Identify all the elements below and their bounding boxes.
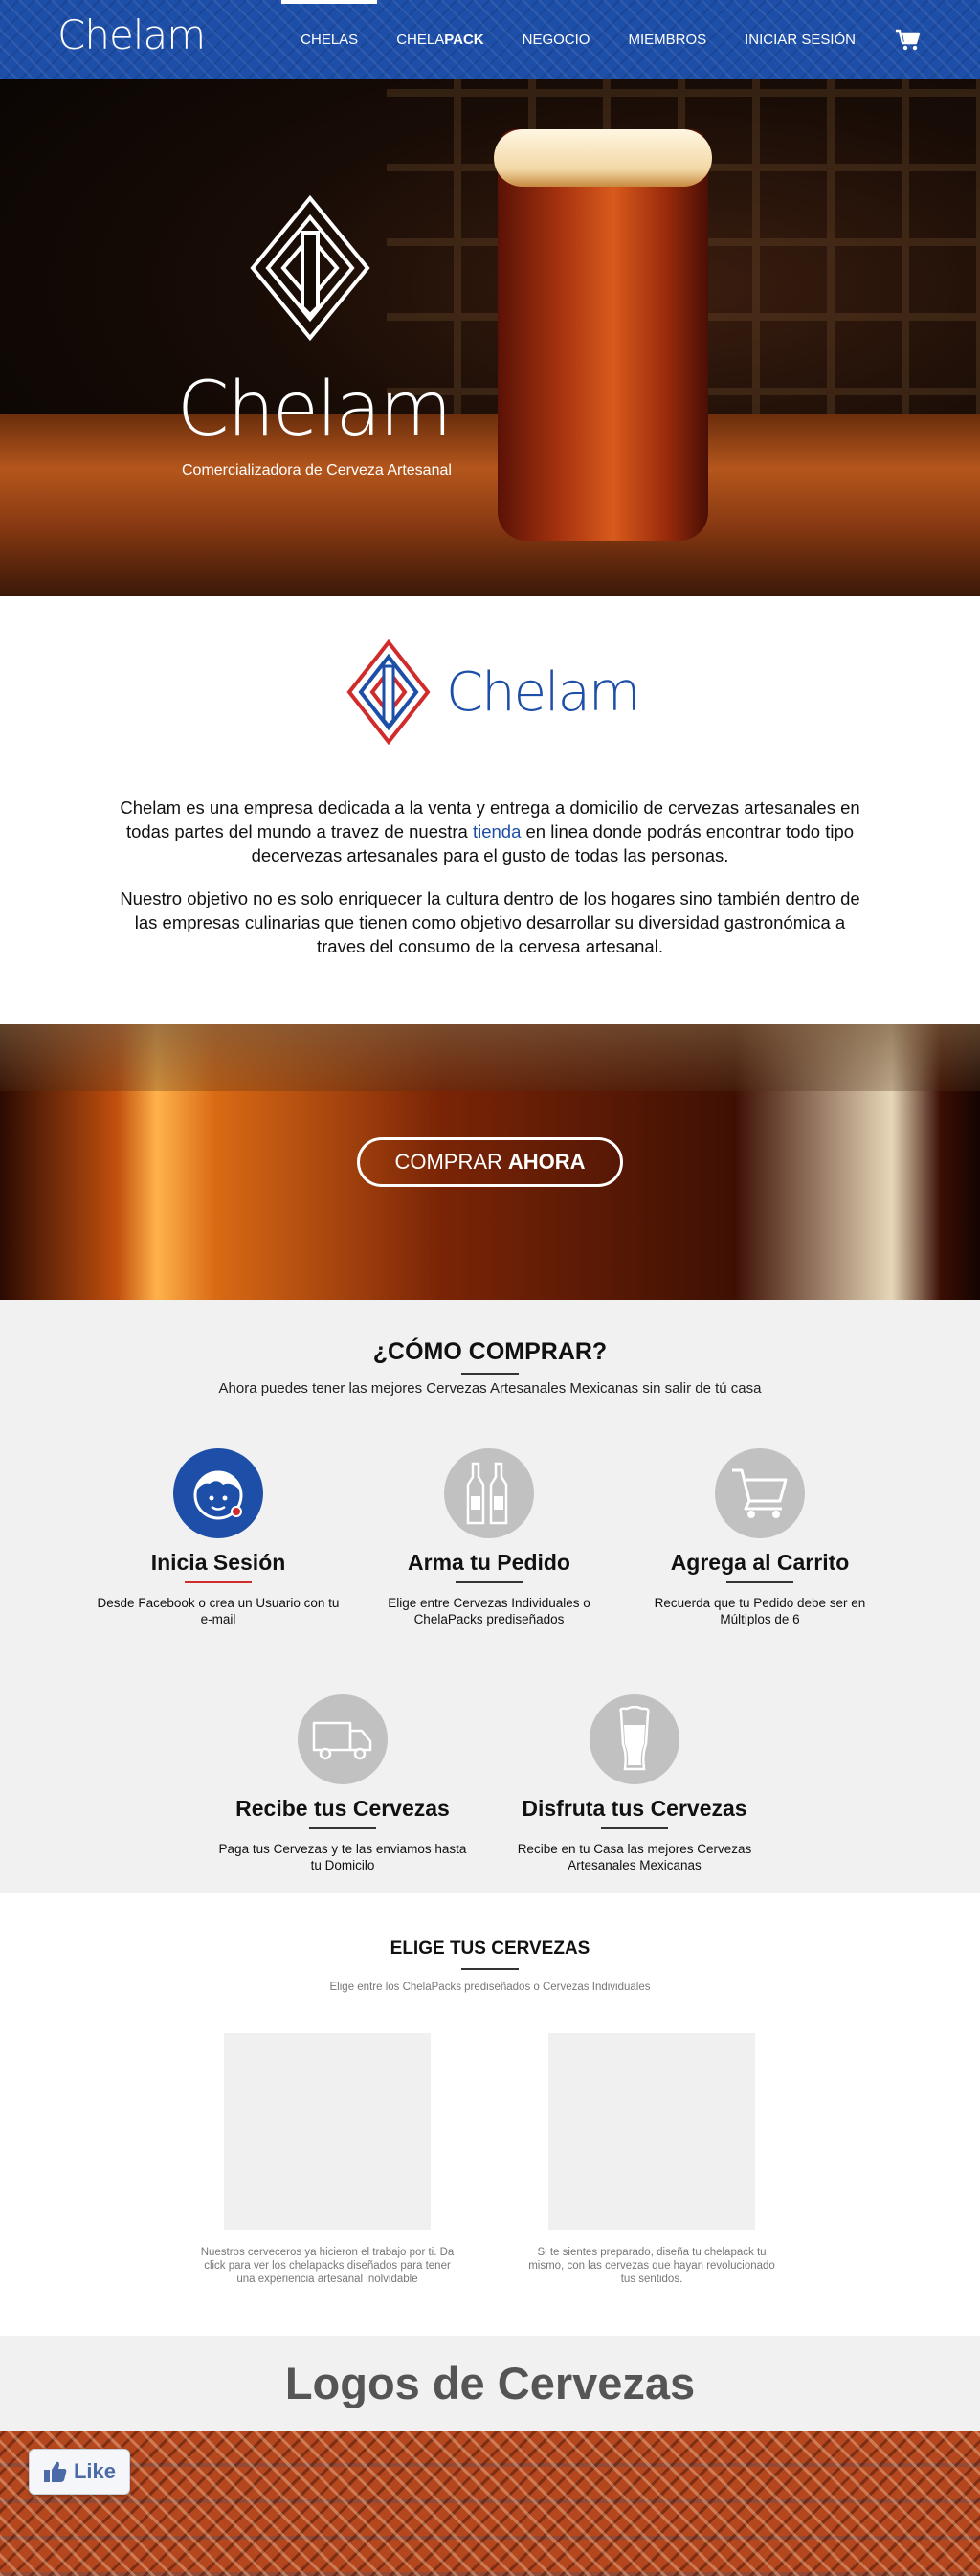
individual-beers-card[interactable] — [548, 2033, 755, 2230]
step-enjoy: Disfruta tus Cervezas Recibe en tu Casa … — [510, 1694, 759, 1873]
truck-icon — [298, 1694, 388, 1784]
chelam-emblem-icon — [346, 639, 431, 745]
step-add-to-cart-title: Agrega al Carrito — [670, 1550, 850, 1575]
about-section: Chelam Chelam es una empresa dedicada a … — [0, 596, 980, 1024]
nav-item-negocio[interactable]: NEGOCIO — [503, 0, 610, 79]
nav-item-chelapack[interactable]: CHELA PACK — [377, 0, 502, 79]
choose-beers-divider — [461, 1968, 519, 1970]
hero-beer-foam — [494, 129, 712, 187]
beer-glass-icon — [590, 1694, 679, 1784]
nav-links: CHELAS CHELA PACK NEGOCIO MIEMBROS INICIA… — [281, 0, 923, 79]
choose-beers-title: ELIGE TUS CERVEZAS — [390, 1938, 590, 1959]
step-receive: Recibe tus Cervezas Paga tus Cervezas y … — [218, 1694, 467, 1873]
step-enjoy-desc: Recibe en tu Casa las mejores Cervezas A… — [517, 1842, 752, 1872]
step-login: Inicia Sesión Desde Facebook o crea un U… — [94, 1448, 343, 1627]
beer-logos-section: Logos de Cervezas — [0, 2336, 980, 2431]
beer-bottles-icon — [444, 1448, 534, 1538]
brand-logo[interactable]: Chelam — [57, 11, 206, 58]
choose-beers-subtitle: Elige entre los ChelaPacks prediseñados … — [329, 1982, 651, 1993]
step-receive-title: Recibe tus Cervezas — [235, 1796, 450, 1821]
buy-now-label-bold: AHORA — [507, 1150, 586, 1174]
step-add-to-cart-desc: Recuerda que tu Pedido debe ser en Múlti… — [654, 1596, 866, 1626]
buy-now-label-plain: COMPRAR — [394, 1150, 502, 1174]
buy-now-banner: COMPRAR AHORA — [0, 1024, 980, 1300]
like-label: Like — [73, 2459, 117, 2483]
about-paragraph-1: Chelam es una empresa dedicada a la vent… — [115, 795, 865, 867]
user-face-icon — [173, 1448, 263, 1538]
step-login-title: Inicia Sesión — [150, 1550, 286, 1575]
nav-item-iniciar-sesion[interactable]: INICIAR SESIÓN — [725, 0, 875, 79]
hero-wood-table — [0, 414, 980, 596]
about-paragraph-2: Nuestro objetivo no es solo enriquecer l… — [120, 888, 860, 956]
choose-beers-section: ELIGE TUS CERVEZAS Elige entre los Chela… — [0, 1893, 980, 2336]
step-receive-underline — [309, 1827, 376, 1829]
hero-beer-glass — [498, 129, 708, 541]
cart-icon — [715, 1448, 805, 1538]
step-build-order-title: Arma tu Pedido — [408, 1550, 570, 1575]
step-login-desc: Desde Facebook o crea un Usuario con tu … — [97, 1596, 340, 1626]
top-navbar: Chelam CHELAS CHELA PACK NEGOCIO MIEMBROS… — [0, 0, 980, 79]
how-to-buy-section: ¿CÓMO COMPRAR? Ahora puedes tener las me… — [0, 1300, 980, 1893]
how-to-buy-divider — [461, 1373, 519, 1375]
textile-pattern-banner: Like — [0, 2431, 980, 2576]
how-to-buy-title: ¿CÓMO COMPRAR? — [372, 1338, 608, 1365]
step-add-to-cart: Agrega al Carrito Recuerda que tu Pedido… — [635, 1448, 884, 1627]
hero-subtitle: Comercializadora de Cerveza Artesanal — [182, 462, 452, 479]
shopping-cart-icon[interactable] — [894, 0, 923, 79]
buy-now-button[interactable]: COMPRAR AHORA — [357, 1137, 623, 1187]
chelapacks-desc: Nuestros cerveceros ya hicieron el traba… — [200, 2247, 455, 2285]
nav-item-chelapack-bold: PACK — [444, 32, 484, 48]
about-logo: Chelam — [346, 639, 640, 745]
step-enjoy-underline — [601, 1827, 668, 1829]
beer-logos-title: Logos de Cervezas — [284, 2358, 696, 2408]
individual-beers-desc: Si te sientes preparado, diseña tu chela… — [528, 2247, 775, 2285]
buy-banner-foam — [0, 1024, 980, 1091]
step-login-underline — [185, 1581, 252, 1583]
hero-title: Chelam — [177, 367, 452, 453]
diamond-emblem-icon — [249, 194, 371, 347]
step-enjoy-title: Disfruta tus Cervezas — [522, 1796, 747, 1821]
step-receive-desc: Paga tus Cervezas y te las enviamos hast… — [218, 1842, 467, 1872]
step-build-order-underline — [456, 1581, 523, 1583]
nav-item-chelas[interactable]: CHELAS — [281, 0, 378, 79]
how-to-buy-subtitle: Ahora puedes tener las mejores Cervezas … — [218, 1380, 762, 1397]
facebook-like-button[interactable]: Like — [29, 2449, 130, 2495]
nav-item-miembros[interactable]: MIEMBROS — [609, 0, 725, 79]
nav-item-chelapack-plain: CHELA — [396, 32, 445, 48]
thumbs-up-icon — [43, 2461, 67, 2482]
step-add-to-cart-underline — [726, 1581, 793, 1583]
step-build-order-desc: Elige entre Cervezas Individuales o Chel… — [388, 1596, 590, 1626]
hero-banner: Chelam Comercializadora de Cerveza Artes… — [0, 79, 980, 596]
store-link[interactable]: tienda — [473, 821, 521, 841]
step-build-order: Arma tu Pedido Elige entre Cervezas Indi… — [365, 1448, 613, 1627]
chelapacks-card[interactable] — [224, 2033, 431, 2230]
about-logo-wordmark: Chelam — [446, 661, 640, 724]
